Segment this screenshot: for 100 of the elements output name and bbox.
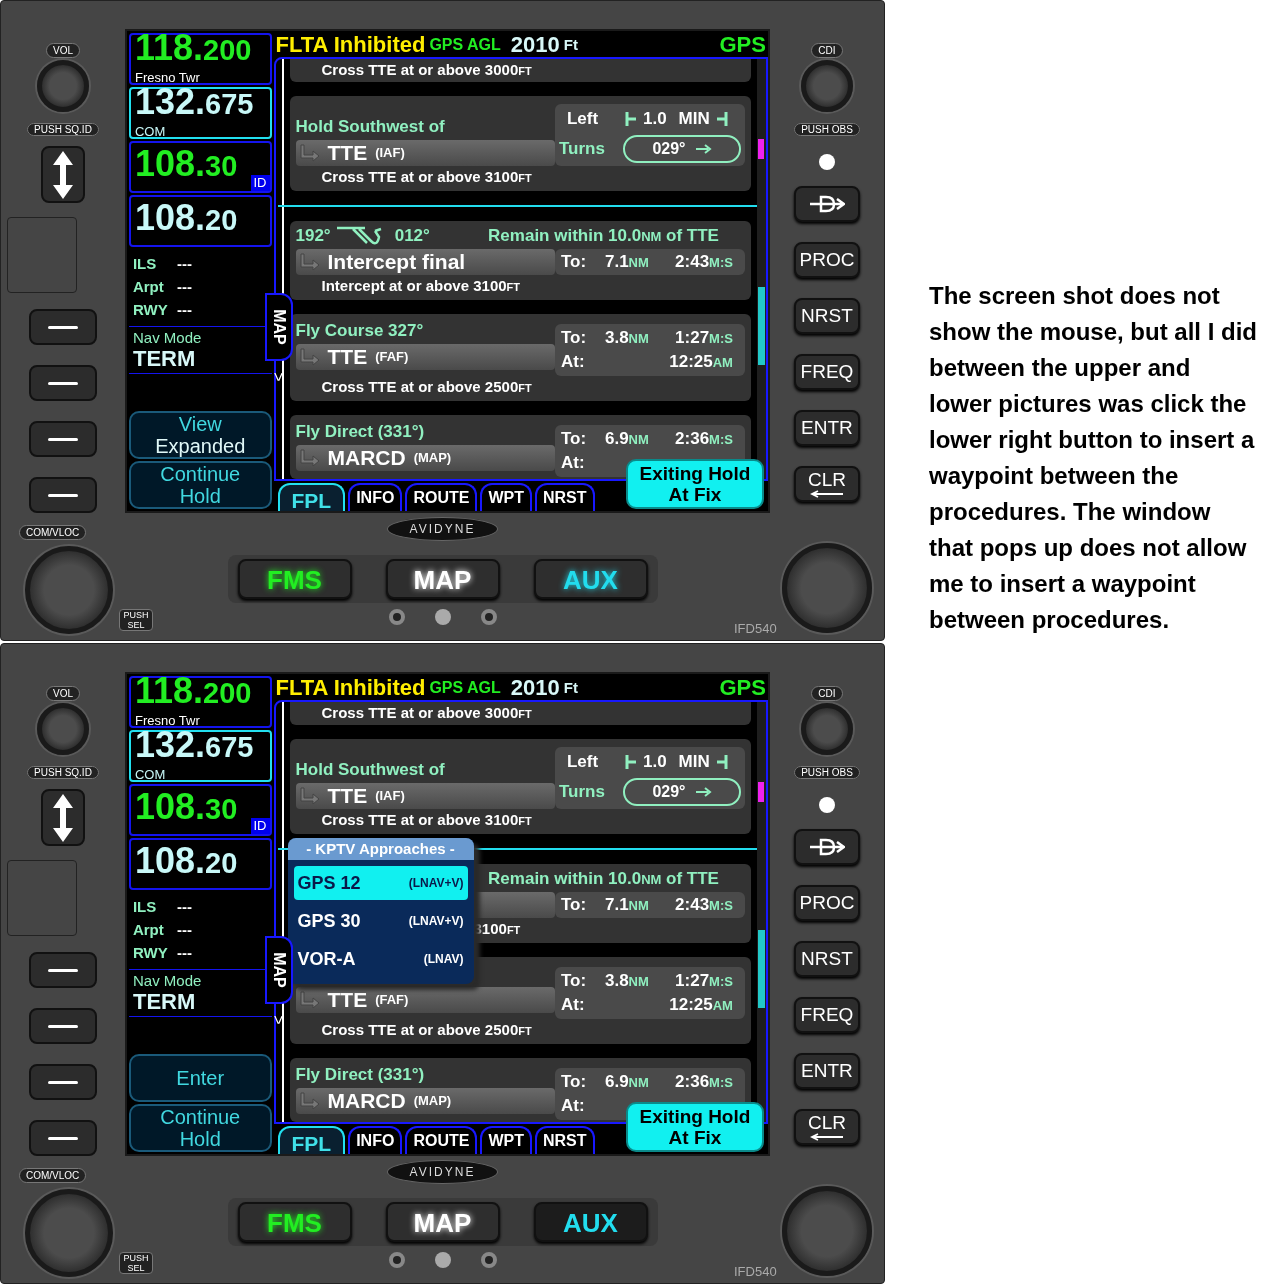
- frequency-label: Fresno Twr: [134, 70, 200, 85]
- soft-key[interactable]: Enter: [128, 1054, 272, 1102]
- soft-key[interactable]: Continue Hold: [128, 1104, 272, 1152]
- line-select-key[interactable]: [28, 365, 97, 401]
- page-tab[interactable]: ROUTE: [405, 483, 478, 511]
- function-key[interactable]: ENTR: [793, 1053, 860, 1089]
- leg-card[interactable]: Hold Southwest of TTE (IAF) Left 1.0 MIN Turns 029° Cross TTE at or above 3100FT: [289, 739, 751, 834]
- map-side-tab[interactable]: MAP: [264, 936, 293, 1004]
- direct-to-key[interactable]: [793, 829, 860, 865]
- scroll-track[interactable]: [756, 59, 766, 479]
- mode-key[interactable]: AUX: [533, 559, 648, 599]
- soft-key[interactable]: View Expanded: [128, 411, 272, 459]
- frequency-box[interactable]: 118.200 Fresno Twr: [128, 676, 272, 728]
- line-select-key[interactable]: [28, 309, 97, 345]
- leg-card[interactable]: Cross TTE at or above 3000FT: [289, 59, 751, 82]
- page-tab[interactable]: FPL: [277, 483, 346, 511]
- push-sel-label: PUSH SEL: [119, 609, 153, 631]
- function-key[interactable]: NRST: [793, 941, 860, 977]
- nav-value: ---: [176, 300, 192, 321]
- leg-card[interactable]: 192° 012° Remain within 10.0NM of TTE Intercept final To: 7.1NM 2:43M:S Intercept at or above 3100FT: [289, 221, 751, 300]
- function-key[interactable]: ENTR: [793, 410, 860, 446]
- page-tab[interactable]: WPT: [480, 483, 532, 511]
- leg-note: Intercept at or above 3100FT: [321, 276, 522, 296]
- frequency-value: 118.200: [134, 674, 252, 713]
- frequency-box[interactable]: 108.20: [128, 838, 272, 890]
- knob[interactable]: [36, 60, 89, 112]
- up-down-arrow-icon: [51, 149, 74, 200]
- approach-option[interactable]: GPS 30 (LNAV+V): [293, 904, 468, 938]
- function-key[interactable]: FREQ: [793, 997, 860, 1033]
- frequency-box[interactable]: 108.30 ID: [128, 784, 272, 836]
- knob[interactable]: [36, 703, 89, 755]
- time-value: 2:36M:S: [675, 1071, 734, 1094]
- approach-option[interactable]: GPS 12 (LNAV+V): [293, 866, 468, 900]
- knob[interactable]: [25, 1189, 113, 1277]
- page-tab[interactable]: INFO: [348, 483, 403, 511]
- frequency-value: 108.20: [134, 201, 238, 240]
- turn-arrow-icon: [299, 787, 320, 805]
- waypoint-type: (IAF): [375, 144, 405, 163]
- bezel-label: VOL: [45, 43, 80, 58]
- line-select-key[interactable]: [28, 1008, 97, 1044]
- map-side-tab[interactable]: MAP: [264, 293, 293, 361]
- clear-key[interactable]: CLR: [793, 466, 860, 502]
- line-select-key[interactable]: [28, 477, 97, 513]
- frequency-box[interactable]: 132.675 COM: [128, 87, 272, 139]
- mode-key[interactable]: AUX: [533, 1202, 648, 1242]
- knob[interactable]: [782, 1186, 872, 1276]
- bracket-icon: [715, 754, 728, 770]
- scroll-thumb[interactable]: [757, 287, 765, 365]
- function-key[interactable]: PROC: [793, 242, 860, 278]
- frequency-box[interactable]: 132.675 COM: [128, 730, 272, 782]
- turns-label: Turns: [558, 781, 606, 804]
- leg-card[interactable]: Fly Course 327° TTE (FAF) To: 3.8NM 1:27M:S At: 12:25AM Cross TTE at or above 2500FT: [289, 314, 751, 401]
- leg-card[interactable]: Cross TTE at or above 3000FT: [289, 702, 751, 725]
- row-label: To:: [560, 428, 588, 451]
- frequency-box[interactable]: 108.30 ID: [128, 141, 272, 193]
- leg-card[interactable]: Hold Southwest of TTE (IAF) Left 1.0 MIN Turns 029° Cross TTE at or above 3100FT: [289, 96, 751, 191]
- page-tab[interactable]: NRST: [534, 483, 595, 511]
- soft-key[interactable]: Continue Hold: [128, 461, 272, 509]
- frequency-label: Fresno Twr: [134, 713, 200, 728]
- dash-icon: [47, 437, 78, 441]
- turn-arrow-icon: [299, 1092, 320, 1110]
- exiting-hold-button[interactable]: Exiting Hold At Fix: [625, 459, 764, 509]
- frequency-box[interactable]: 108.20: [128, 195, 272, 247]
- row-label: At:: [560, 1095, 586, 1118]
- exiting-hold-button[interactable]: Exiting Hold At Fix: [625, 1102, 764, 1152]
- clear-key[interactable]: CLR: [793, 1109, 860, 1145]
- mode-key[interactable]: MAP: [385, 1202, 500, 1242]
- swap-button[interactable]: [40, 789, 85, 847]
- swap-button[interactable]: [40, 146, 85, 204]
- nav-label: RWY: [132, 300, 169, 321]
- knob[interactable]: [800, 703, 853, 755]
- knob[interactable]: [782, 543, 872, 633]
- mode-key[interactable]: FMS: [237, 1202, 352, 1242]
- function-key[interactable]: PROC: [793, 885, 860, 921]
- page-tab[interactable]: NRST: [534, 1126, 595, 1154]
- frequency-box[interactable]: 118.200 Fresno Twr: [128, 33, 272, 85]
- line-select-key[interactable]: [28, 952, 97, 988]
- scroll-track[interactable]: [756, 702, 766, 1122]
- knob[interactable]: [25, 546, 113, 634]
- row-label: To:: [560, 1071, 588, 1094]
- direct-to-key[interactable]: [793, 186, 860, 222]
- line-select-key[interactable]: [28, 421, 97, 457]
- line-select-key[interactable]: [28, 1120, 97, 1156]
- scroll-thumb[interactable]: [757, 930, 765, 1008]
- function-key[interactable]: FREQ: [793, 354, 860, 390]
- remain-text: Remain within 10.0NM of TTE: [488, 868, 720, 891]
- page-tab[interactable]: ROUTE: [405, 1126, 478, 1154]
- page-tab[interactable]: FPL: [277, 1126, 346, 1154]
- line-select-key[interactable]: [28, 1064, 97, 1100]
- bezel-label: PUSH OBS: [794, 123, 860, 136]
- mode-key[interactable]: FMS: [237, 559, 352, 599]
- model-label: IFD540: [734, 1263, 777, 1281]
- row-label: To:: [560, 327, 588, 350]
- function-key[interactable]: NRST: [793, 298, 860, 334]
- page-tab[interactable]: INFO: [348, 1126, 403, 1154]
- knob[interactable]: [800, 60, 853, 112]
- nav-label: ILS: [132, 897, 158, 918]
- page-tab[interactable]: WPT: [480, 1126, 532, 1154]
- mode-key[interactable]: MAP: [385, 559, 500, 599]
- leg-length: 1.0: [642, 751, 667, 774]
